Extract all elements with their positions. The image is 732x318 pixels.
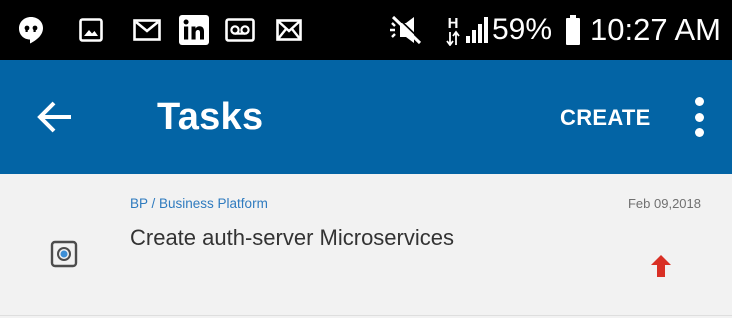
back-button[interactable] (30, 95, 80, 139)
arrow-left-icon (37, 101, 71, 133)
app-bar: Tasks CREATE (0, 60, 732, 174)
create-button[interactable]: CREATE (560, 104, 651, 132)
page-title: Tasks (157, 96, 264, 138)
task-title: Create auth-server Microservices (130, 225, 454, 250)
status-bar: H 59% 10:27 AM (0, 0, 732, 60)
linkedin-icon (177, 0, 211, 60)
mute-icon (386, 0, 424, 60)
gallery-icon (77, 0, 105, 60)
more-vert-icon[interactable] (684, 94, 714, 140)
email-icon (274, 0, 304, 60)
task-row[interactable]: BP / Business Platform Create auth-serve… (0, 174, 732, 318)
hangouts-icon (16, 0, 46, 60)
voicemail-icon (223, 0, 257, 60)
clock: 10:27 AM (590, 12, 721, 47)
svg-text:H: H (448, 15, 459, 32)
task-date: Feb 09,2018 (627, 196, 701, 211)
signal-icon (464, 0, 490, 60)
priority-arrow-up-icon (649, 253, 673, 279)
network-h-icon: H (445, 0, 461, 60)
task-status-icon (50, 240, 78, 268)
battery-icon (565, 0, 581, 60)
gmail-icon (132, 0, 162, 60)
task-project: BP / Business Platform (130, 196, 268, 211)
battery-percent: 59% (492, 13, 553, 46)
